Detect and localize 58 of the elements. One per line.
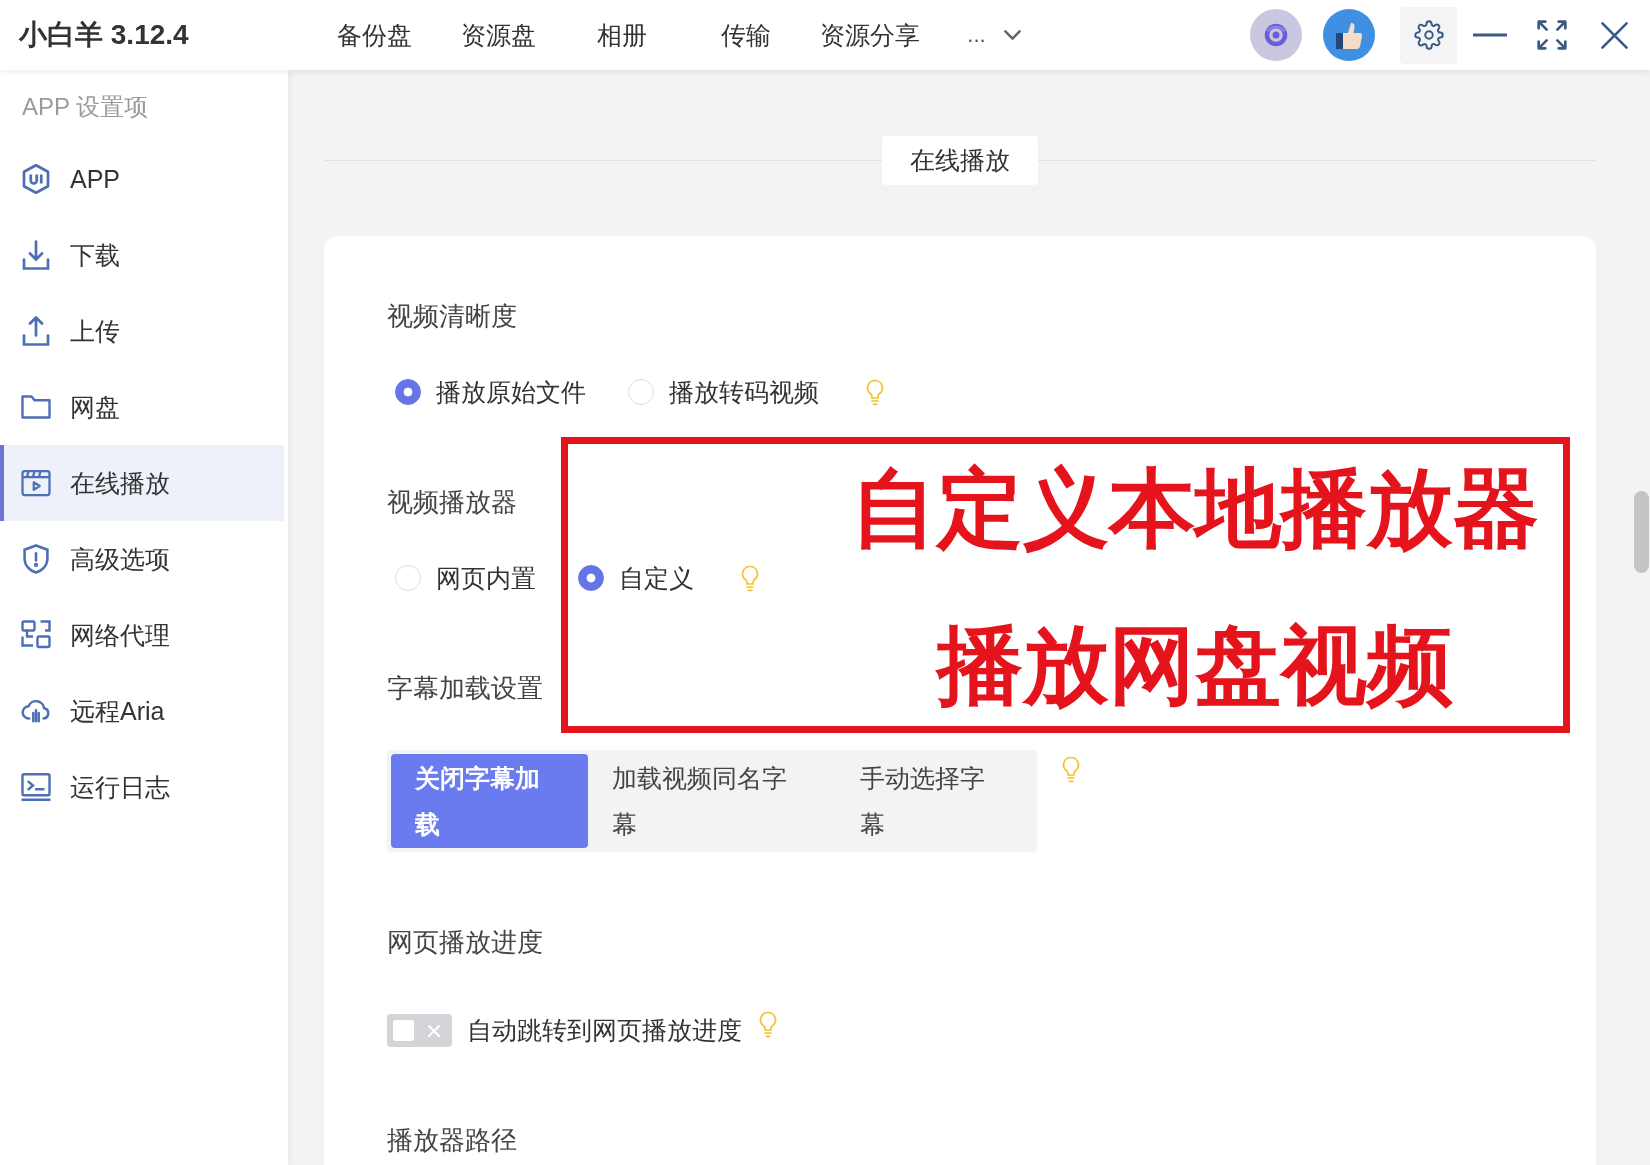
sidebar-item[interactable]: 远程Aria — [0, 673, 284, 749]
lightbulb-icon[interactable] — [865, 378, 885, 406]
hexagon-icon — [21, 164, 51, 194]
sidebar-item[interactable]: 网络代理 — [0, 597, 284, 673]
sidebar-item[interactable]: 在线播放 — [0, 445, 284, 521]
sidebar-item[interactable]: APP — [0, 141, 284, 217]
upload-icon — [21, 316, 51, 346]
sidebar-item[interactable]: 运行日志 — [0, 749, 284, 825]
app-title: 小白羊 3.12.4 — [17, 18, 190, 52]
section-title: 网页播放进度 — [387, 926, 544, 959]
toggle-switch[interactable] — [387, 1013, 452, 1047]
radio-label[interactable]: 播放转码视频 — [669, 375, 819, 409]
section-title: 视频播放器 — [387, 486, 518, 519]
section-title: 字幕加载设置 — [387, 672, 544, 705]
chevron-down-icon — [1003, 30, 1021, 40]
video-player-icon — [21, 468, 51, 498]
nav-tab[interactable]: 资源盘 — [460, 18, 536, 52]
shield-alert-icon — [21, 544, 51, 574]
more-menu-button[interactable]: ... — [967, 18, 1021, 52]
lightbulb-icon[interactable] — [758, 1010, 778, 1038]
sidebar-item[interactable]: 下载 — [0, 217, 284, 293]
lightbulb-icon[interactable] — [1061, 756, 1081, 783]
segment-button[interactable]: 手动选择字幕 — [835, 754, 1033, 848]
annotation-text: 播放网盘视频 — [934, 616, 1454, 715]
segment-button[interactable]: 加载视频同名字幕 — [588, 754, 836, 848]
radio-button[interactable] — [578, 565, 604, 591]
section-title: 视频清晰度 — [387, 300, 518, 333]
annotation-text: 自定义本地播放器 — [850, 459, 1540, 558]
download-icon — [21, 240, 51, 270]
close-icon[interactable] — [1600, 20, 1629, 50]
nav-tab[interactable]: 相册 — [597, 18, 647, 52]
sidebar-item[interactable]: 上传 — [0, 293, 284, 369]
x-icon — [428, 1024, 440, 1037]
radio-label[interactable]: 播放原始文件 — [436, 375, 586, 409]
sidebar-item[interactable]: 高级选项 — [0, 521, 284, 597]
nav-tab[interactable]: 备份盘 — [336, 18, 412, 52]
page-title: 在线播放 — [882, 136, 1038, 185]
radio-button[interactable] — [395, 379, 421, 405]
network-icon — [21, 620, 51, 650]
fullscreen-icon[interactable] — [1536, 19, 1568, 51]
terminal-icon — [21, 772, 51, 802]
radio-label[interactable]: 自定义 — [619, 561, 694, 595]
switch-label: 自动跳转到网页播放进度 — [467, 1014, 742, 1046]
minimize-icon[interactable] — [1473, 33, 1507, 37]
scrollbar-thumb[interactable] — [1634, 491, 1649, 573]
radio-label[interactable]: 网页内置 — [436, 561, 536, 595]
lightbulb-icon[interactable] — [740, 564, 760, 592]
sidebar-item[interactable]: 网盘 — [0, 369, 284, 445]
nav-tab[interactable]: 资源分享 — [820, 18, 920, 52]
sidebar-heading: APP 设置项 — [21, 92, 150, 122]
section-title: 播放器路径 — [387, 1124, 518, 1157]
segment-button[interactable]: 关闭字幕加载 — [391, 754, 589, 848]
avatar-icon[interactable] — [1250, 9, 1302, 61]
settings-button[interactable] — [1400, 6, 1457, 64]
gear-icon — [1413, 20, 1444, 50]
folder-icon — [21, 392, 51, 422]
nav-tab[interactable]: 传输 — [721, 18, 771, 52]
thumbs-up-icon[interactable] — [1323, 9, 1375, 61]
